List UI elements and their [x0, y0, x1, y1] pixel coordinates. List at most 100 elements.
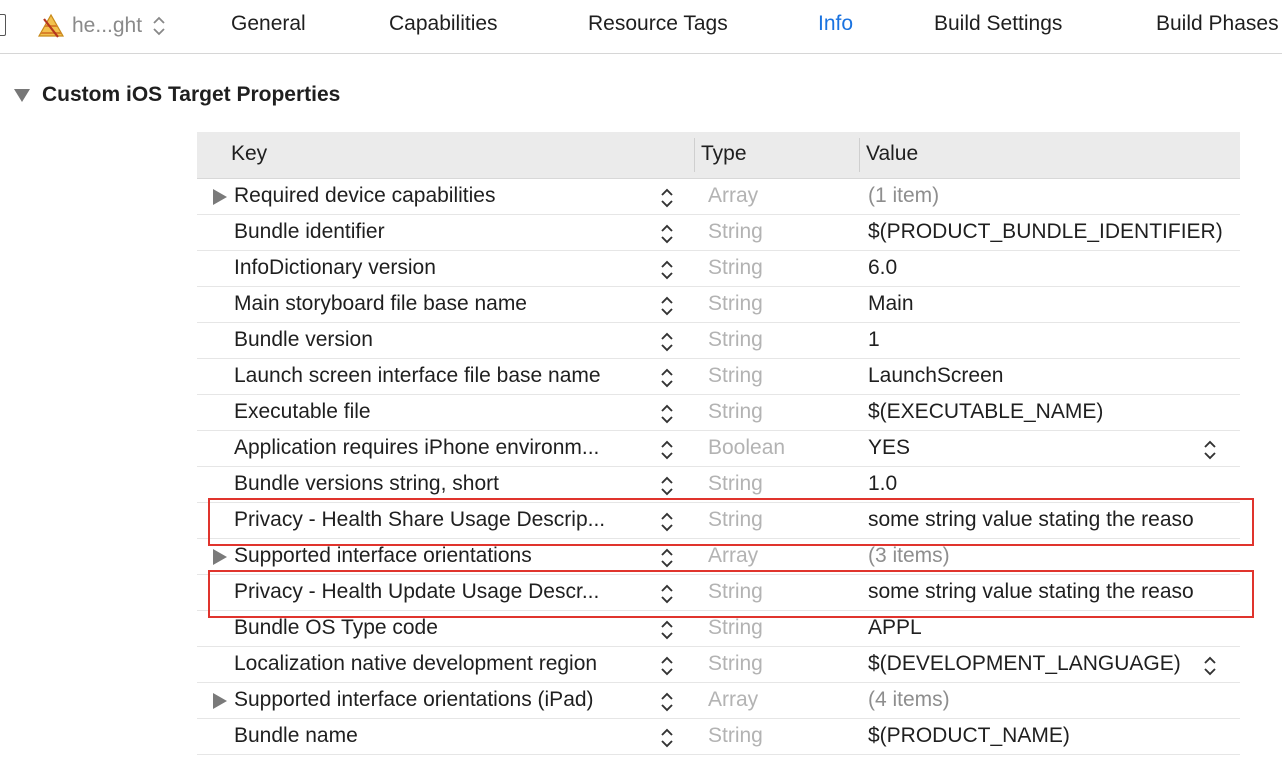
row-key[interactable]: Bundle versions string, short: [234, 472, 644, 496]
key-popup-chevron-icon[interactable]: [659, 545, 675, 571]
row-key[interactable]: Bundle identifier: [234, 220, 644, 244]
row-value[interactable]: (4 items): [868, 688, 1236, 712]
row-value[interactable]: $(EXECUTABLE_NAME): [868, 400, 1236, 424]
row-key[interactable]: Application requires iPhone environm...: [234, 436, 644, 460]
disclosure-triangle-right-icon[interactable]: [213, 189, 227, 205]
table-row[interactable]: Bundle identifier String $(PRODUCT_BUNDLE_…: [197, 215, 1240, 251]
table-row[interactable]: Bundle versions string, short String 1.0: [197, 467, 1240, 503]
sidebar-toggle-icon[interactable]: [0, 14, 6, 36]
value-popup-chevron-icon[interactable]: [1202, 653, 1218, 679]
row-key[interactable]: Privacy - Health Share Usage Descrip...: [234, 508, 644, 532]
key-popup-chevron-icon[interactable]: [659, 293, 675, 319]
row-type[interactable]: Boolean: [708, 436, 785, 460]
row-value[interactable]: APPL: [868, 616, 1236, 640]
row-value[interactable]: Main: [868, 292, 1236, 316]
row-type[interactable]: String: [708, 364, 763, 388]
table-row[interactable]: Bundle name String $(PRODUCT_NAME): [197, 719, 1240, 755]
row-value[interactable]: 1: [868, 328, 1236, 352]
row-value[interactable]: $(PRODUCT_BUNDLE_IDENTIFIER): [868, 220, 1236, 244]
row-type[interactable]: Array: [708, 688, 758, 712]
key-popup-chevron-icon[interactable]: [659, 329, 675, 355]
row-key[interactable]: Launch screen interface file base name: [234, 364, 644, 388]
row-type[interactable]: String: [708, 256, 763, 280]
row-type[interactable]: String: [708, 328, 763, 352]
column-divider[interactable]: [859, 138, 860, 172]
column-divider[interactable]: [694, 138, 695, 172]
key-popup-chevron-icon[interactable]: [659, 509, 675, 535]
row-type[interactable]: String: [708, 292, 763, 316]
row-type[interactable]: String: [708, 724, 763, 748]
disclosure-triangle-right-icon[interactable]: [213, 693, 227, 709]
key-popup-chevron-icon[interactable]: [659, 473, 675, 499]
tab-capabilities[interactable]: Capabilities: [389, 12, 498, 36]
key-popup-chevron-icon[interactable]: [659, 185, 675, 211]
column-header-value[interactable]: Value: [866, 142, 918, 166]
tab-general[interactable]: General: [231, 12, 306, 36]
table-row[interactable]: Main storyboard file base name String Main: [197, 287, 1240, 323]
table-row[interactable]: Bundle OS Type code String APPL: [197, 611, 1240, 647]
row-value[interactable]: 6.0: [868, 256, 1236, 280]
key-popup-chevron-icon[interactable]: [659, 257, 675, 283]
row-type[interactable]: String: [708, 508, 763, 532]
table-row[interactable]: Privacy - Health Update Usage Descr... St…: [197, 575, 1240, 611]
tab-info[interactable]: Info: [818, 12, 853, 36]
table-row[interactable]: Application requires iPhone environm... B…: [197, 431, 1240, 467]
row-type[interactable]: String: [708, 580, 763, 604]
row-value[interactable]: 1.0: [868, 472, 1236, 496]
key-popup-chevron-icon[interactable]: [659, 401, 675, 427]
column-header-key[interactable]: Key: [231, 142, 267, 166]
row-key[interactable]: Privacy - Health Update Usage Descr...: [234, 580, 644, 604]
key-popup-chevron-icon[interactable]: [659, 653, 675, 679]
row-key[interactable]: Main storyboard file base name: [234, 292, 644, 316]
section-header-custom-ios-target-properties[interactable]: Custom iOS Target Properties: [14, 82, 340, 108]
key-popup-chevron-icon[interactable]: [659, 725, 675, 751]
key-popup-chevron-icon[interactable]: [659, 365, 675, 391]
table-row[interactable]: Privacy - Health Share Usage Descrip... S…: [197, 503, 1240, 539]
disclosure-triangle-right-icon[interactable]: [213, 549, 227, 565]
value-popup-chevron-icon[interactable]: [1202, 437, 1218, 463]
key-popup-chevron-icon[interactable]: [659, 581, 675, 607]
table-row[interactable]: Supported interface orientations (iPad) A…: [197, 683, 1240, 719]
tab-build-settings[interactable]: Build Settings: [934, 12, 1062, 36]
key-popup-chevron-icon[interactable]: [659, 221, 675, 247]
row-key[interactable]: Required device capabilities: [234, 184, 644, 208]
table-row[interactable]: Required device capabilities Array (1 item…: [197, 179, 1240, 215]
table-row[interactable]: Localization native development region St…: [197, 647, 1240, 683]
key-popup-chevron-icon[interactable]: [659, 437, 675, 463]
disclosure-triangle-down-icon[interactable]: [14, 88, 30, 102]
row-value[interactable]: some string value stating the reaso: [868, 508, 1236, 532]
table-row[interactable]: Supported interface orientations Array (3 …: [197, 539, 1240, 575]
target-selector[interactable]: he...ght: [36, 12, 166, 40]
row-type[interactable]: String: [708, 220, 763, 244]
row-value[interactable]: $(DEVELOPMENT_LANGUAGE): [868, 652, 1236, 676]
row-key[interactable]: Bundle OS Type code: [234, 616, 644, 640]
row-type[interactable]: String: [708, 472, 763, 496]
row-type[interactable]: Array: [708, 544, 758, 568]
tab-resource-tags[interactable]: Resource Tags: [588, 12, 728, 36]
row-value[interactable]: LaunchScreen: [868, 364, 1236, 388]
key-popup-chevron-icon[interactable]: [659, 689, 675, 715]
row-key[interactable]: Executable file: [234, 400, 644, 424]
row-value[interactable]: $(PRODUCT_NAME): [868, 724, 1236, 748]
table-row[interactable]: InfoDictionary version String 6.0: [197, 251, 1240, 287]
row-type[interactable]: String: [708, 616, 763, 640]
row-key[interactable]: Bundle name: [234, 724, 644, 748]
column-header-type[interactable]: Type: [701, 142, 747, 166]
row-key[interactable]: Localization native development region: [234, 652, 644, 676]
row-key[interactable]: Supported interface orientations: [234, 544, 644, 568]
row-type[interactable]: String: [708, 652, 763, 676]
key-popup-chevron-icon[interactable]: [659, 617, 675, 643]
row-value[interactable]: some string value stating the reaso: [868, 580, 1236, 604]
row-key[interactable]: Bundle version: [234, 328, 644, 352]
row-type[interactable]: String: [708, 400, 763, 424]
tab-build-phases[interactable]: Build Phases: [1156, 12, 1279, 36]
row-value[interactable]: (1 item): [868, 184, 1236, 208]
row-value[interactable]: YES: [868, 436, 1236, 460]
row-key[interactable]: InfoDictionary version: [234, 256, 644, 280]
row-key[interactable]: Supported interface orientations (iPad): [234, 688, 644, 712]
table-row[interactable]: Executable file String $(EXECUTABLE_NAME): [197, 395, 1240, 431]
row-value[interactable]: (3 items): [868, 544, 1236, 568]
table-row[interactable]: Launch screen interface file base name St…: [197, 359, 1240, 395]
row-type[interactable]: Array: [708, 184, 758, 208]
table-row[interactable]: Bundle version String 1: [197, 323, 1240, 359]
